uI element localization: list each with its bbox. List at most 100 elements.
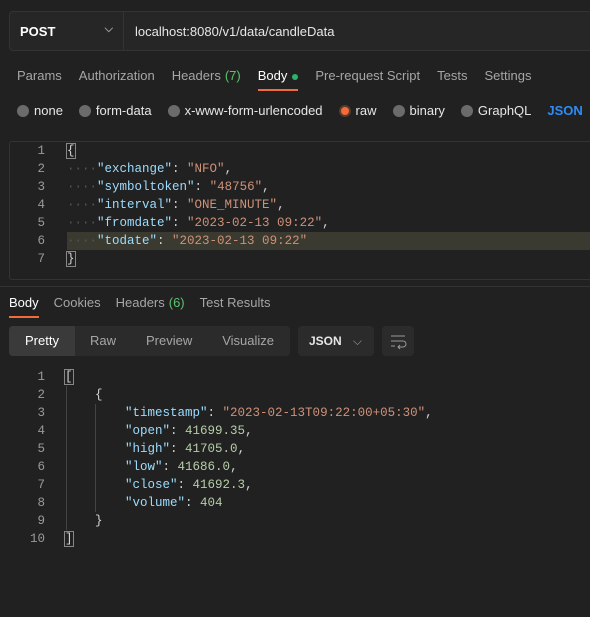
radio-x-www-form-urlencoded[interactable]: x-www-form-urlencoded xyxy=(167,103,323,118)
token: , xyxy=(262,180,270,194)
token: , xyxy=(237,442,246,456)
token: : xyxy=(207,406,223,420)
format-label: JSON xyxy=(309,334,342,348)
response-tab-headers[interactable]: Headers (6) xyxy=(116,295,185,310)
modified-dot-icon xyxy=(292,73,299,80)
code-text: ····"fromdate": "2023-02-13 09:22", xyxy=(67,214,330,232)
token: , xyxy=(277,198,285,212)
token: 41692.3 xyxy=(192,478,246,492)
response-format-select[interactable]: JSON ⌵ xyxy=(298,326,374,356)
view-mode-tabs: Pretty Raw Preview Visualize xyxy=(9,326,290,356)
token: ···· xyxy=(67,198,98,212)
code-text: ] xyxy=(64,530,74,548)
code-line: 4 ····"interval": "ONE_MINUTE", xyxy=(10,196,590,214)
tab-settings[interactable]: Settings xyxy=(484,68,531,83)
code-text: ····"interval": "ONE_MINUTE", xyxy=(67,196,285,214)
tab-authorization[interactable]: Authorization xyxy=(79,68,155,83)
view-raw[interactable]: Raw xyxy=(75,326,131,356)
token: : xyxy=(170,442,186,456)
token: "2023-02-13 09:22" xyxy=(172,234,308,248)
radio-circle-icon xyxy=(78,104,91,117)
tab-headers[interactable]: Headers (7) xyxy=(172,68,241,83)
response-tab-test-results[interactable]: Test Results xyxy=(200,295,271,310)
tab-label: Test Results xyxy=(199,295,271,310)
token: 41705.0 xyxy=(185,442,238,456)
tab-tests[interactable]: Tests xyxy=(437,68,467,83)
view-visualize[interactable]: Visualize xyxy=(207,326,289,356)
tab-pre-request-script[interactable]: Pre-request Script xyxy=(315,68,420,83)
token: : xyxy=(172,198,188,212)
token: [ xyxy=(64,369,74,385)
code-text: "open": 41699.35, xyxy=(65,422,253,440)
radio-label: none xyxy=(34,103,63,118)
radio-form-data[interactable]: form-data xyxy=(78,103,152,118)
code-text: { xyxy=(65,386,103,404)
radio-GraphQL[interactable]: GraphQL xyxy=(460,103,531,118)
tab-label: Tests xyxy=(437,68,468,83)
code-text: ····"symboltoken": "48756", xyxy=(67,178,270,196)
token: ···· xyxy=(67,234,98,248)
chevron-down-icon: ⌵ xyxy=(352,334,362,348)
tab-label: Cookies xyxy=(53,295,101,310)
view-preview[interactable]: Preview xyxy=(131,326,207,356)
token: : xyxy=(194,180,210,194)
token: ···· xyxy=(67,180,98,194)
line-number: 4 xyxy=(37,198,45,212)
token: : xyxy=(172,162,188,176)
token: : xyxy=(170,424,186,438)
radio-label: raw xyxy=(355,103,377,118)
indent-guide xyxy=(95,404,96,512)
radio-circle-icon xyxy=(338,104,351,117)
token: { xyxy=(66,143,76,159)
token: "2023-02-13 09:22" xyxy=(187,216,323,230)
radio-binary[interactable]: binary xyxy=(392,103,445,118)
code-line: 2 { xyxy=(0,386,590,404)
token: "NFO" xyxy=(187,162,225,176)
code-line: 10] xyxy=(0,530,590,548)
code-line: 7 "close": 41692.3, xyxy=(0,476,590,494)
tab-params[interactable]: Params xyxy=(17,68,62,83)
tab-body[interactable]: Body xyxy=(257,68,299,91)
token: : xyxy=(157,234,173,248)
code-line: 7} xyxy=(10,250,590,268)
radio-none[interactable]: none xyxy=(17,103,63,118)
wrap-lines-button[interactable] xyxy=(382,326,414,356)
tab-label: Headers xyxy=(171,68,221,83)
method-select[interactable]: POST ⌵ xyxy=(10,12,124,50)
token: 41699.35 xyxy=(185,424,246,438)
tab-label: Settings xyxy=(484,68,532,83)
response-tab-cookies[interactable]: Cookies xyxy=(54,295,101,310)
token: ···· xyxy=(67,162,98,176)
token: } xyxy=(65,514,103,528)
code-line: 2 ····"exchange": "NFO", xyxy=(10,160,590,178)
request-body-editor[interactable]: 1{2 ····"exchange": "NFO", 3 ····"symboltok… xyxy=(9,141,590,280)
radio-circle-icon xyxy=(460,104,473,117)
token: "exchange" xyxy=(97,162,173,176)
line-number: 1 xyxy=(37,370,45,384)
token: "low" xyxy=(125,460,163,474)
token: , xyxy=(224,162,233,176)
url-input[interactable]: localhost:8080/v1/data/candleData xyxy=(124,12,334,50)
method-label: POST xyxy=(20,23,56,39)
token: : xyxy=(162,460,178,474)
token: 41686.0 xyxy=(177,460,231,474)
response-tab-body[interactable]: Body xyxy=(9,295,39,318)
token: "2023-02-13T09:22:00+05:30" xyxy=(222,406,426,420)
line-number: 2 xyxy=(37,162,45,176)
radio-label: binary xyxy=(409,103,445,118)
response-body-viewer: 1[2 {3 "timestamp": "2023-02-13T09:22:00… xyxy=(0,368,590,558)
line-number: 9 xyxy=(37,514,45,528)
line-number: 6 xyxy=(37,234,45,248)
code-text: "high": 41705.0, xyxy=(65,440,245,458)
indent-guide xyxy=(66,386,67,530)
tab-label: Pre-request Script xyxy=(315,68,421,83)
radio-raw[interactable]: raw xyxy=(338,103,377,118)
token: , xyxy=(322,216,330,230)
code-line: 6 "low": 41686.0, xyxy=(0,458,590,476)
token: "ONE_MINUTE" xyxy=(187,198,278,212)
token: "fromdate" xyxy=(97,216,173,230)
code-text: } xyxy=(66,250,76,268)
view-pretty[interactable]: Pretty xyxy=(9,326,75,356)
code-text: ····"exchange": "NFO", xyxy=(67,160,232,178)
body-format-dropdown[interactable]: JSON xyxy=(547,103,582,118)
